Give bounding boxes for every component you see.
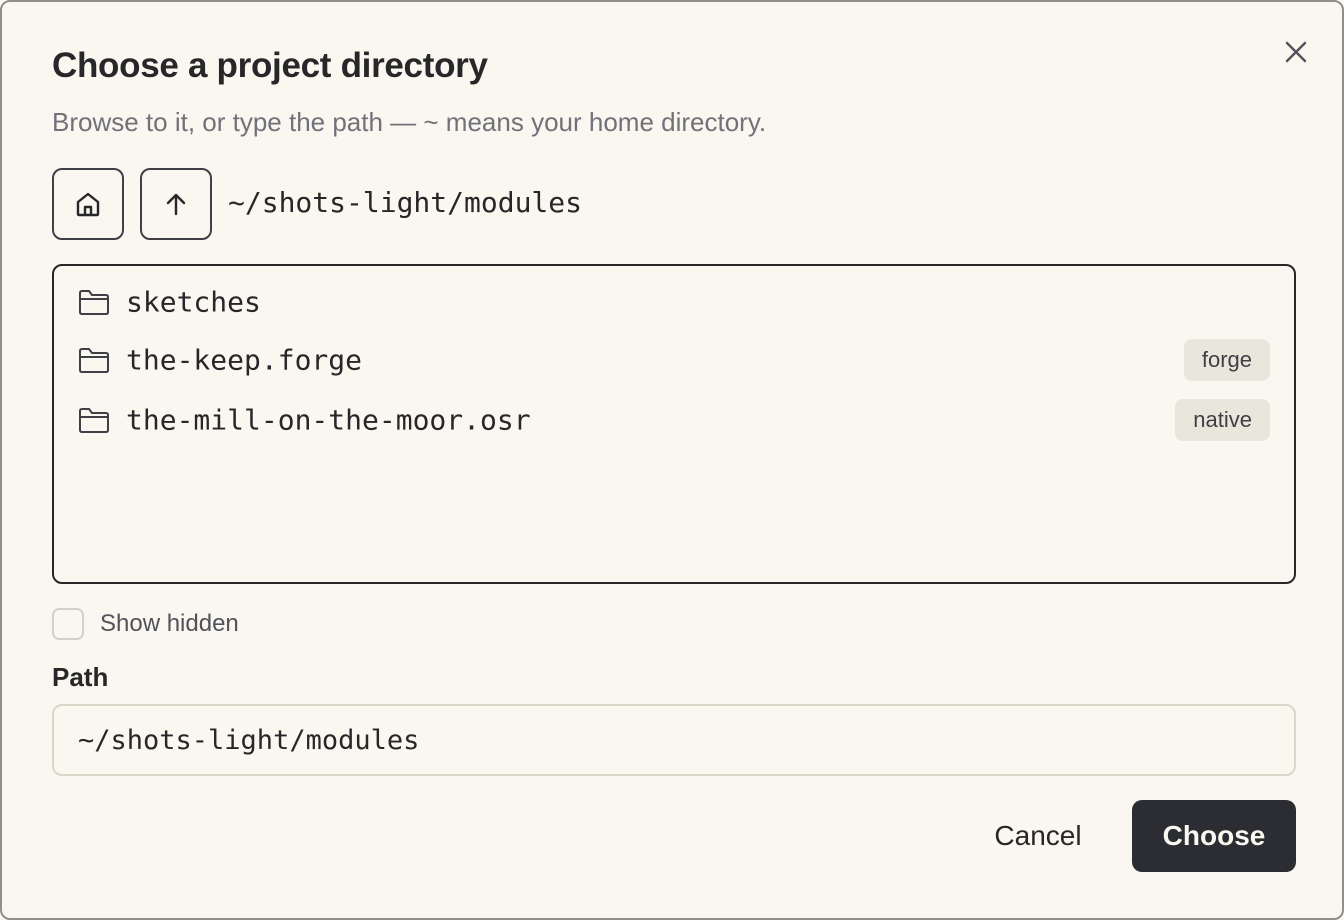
- choose-directory-dialog: Choose a project directory Browse to it,…: [0, 0, 1344, 920]
- folder-icon: [79, 348, 109, 373]
- directory-entry[interactable]: the-mill-on-the-moor.osr native: [54, 392, 1294, 448]
- path-label: Path: [52, 662, 109, 692]
- show-hidden-label: Show hidden: [100, 610, 239, 637]
- directory-listing: sketches the-keep.forge forge the-mill-o…: [52, 264, 1296, 584]
- cancel-button[interactable]: Cancel: [970, 800, 1106, 872]
- directory-entry[interactable]: the-keep.forge forge: [54, 332, 1294, 388]
- path-input[interactable]: [52, 704, 1296, 776]
- dialog-subtitle: Browse to it, or type the path — ~ means…: [52, 107, 767, 137]
- show-hidden-toggle[interactable]: Show hidden: [52, 608, 239, 640]
- entry-type-badge: forge: [1183, 339, 1270, 381]
- home-button[interactable]: [52, 168, 124, 240]
- show-hidden-checkbox[interactable]: [52, 608, 84, 640]
- close-icon: [1285, 41, 1307, 63]
- close-button[interactable]: [1280, 36, 1312, 68]
- current-path: ~/shots-light/modules: [228, 186, 583, 219]
- folder-icon: [79, 408, 109, 433]
- dialog-title: Choose a project directory: [52, 46, 488, 85]
- home-icon: [76, 192, 100, 217]
- choose-button[interactable]: Choose: [1132, 800, 1296, 872]
- arrow-up-icon: [166, 193, 186, 216]
- entry-name: the-keep.forge: [126, 343, 363, 377]
- folder-icon: [79, 290, 109, 315]
- parent-directory-button[interactable]: [140, 168, 212, 240]
- entry-name: sketches: [126, 285, 261, 319]
- entry-type-badge: native: [1175, 399, 1270, 441]
- entry-name: the-mill-on-the-moor.osr: [126, 403, 531, 437]
- directory-entry[interactable]: sketches: [54, 274, 1294, 330]
